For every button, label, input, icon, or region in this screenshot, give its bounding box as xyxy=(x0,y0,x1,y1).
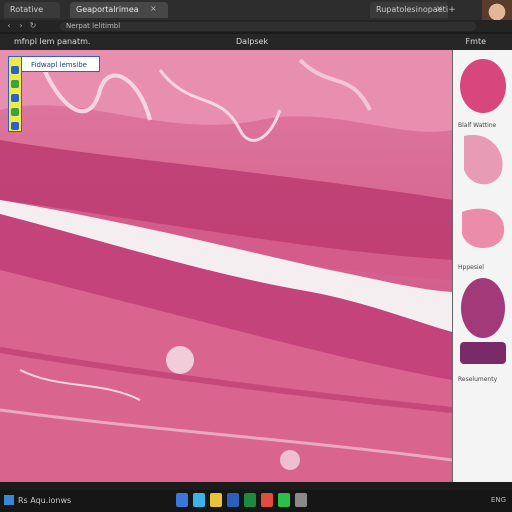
files-icon[interactable] xyxy=(176,493,188,507)
tab-1-label: Rotative xyxy=(10,5,44,14)
thumb-shape-4b xyxy=(460,342,506,364)
thumbnail-2-label: Blalf Wattine xyxy=(458,122,497,129)
start-icon[interactable] xyxy=(4,495,14,505)
thumbnail-4-label: Hppesiel xyxy=(458,264,484,271)
tab-2-label: Geaportalrimea xyxy=(76,5,139,14)
close-icon[interactable]: × xyxy=(436,5,444,13)
viewer-center-title: Dalpsek xyxy=(236,37,269,46)
tool-icon[interactable] xyxy=(11,122,19,130)
thumbnail-2[interactable] xyxy=(458,130,508,192)
excel-icon[interactable] xyxy=(244,493,256,507)
thumbnail-4[interactable] xyxy=(458,276,508,368)
thumb-shape-1 xyxy=(460,59,506,113)
thumbnail-1[interactable] xyxy=(458,56,508,114)
tool-icon[interactable] xyxy=(11,80,19,88)
viewer-right-title: Fmte xyxy=(465,37,486,46)
taskbar-status: Rs Aqu.ionws xyxy=(18,496,72,505)
thumbnail-5-label: Reselumenty xyxy=(458,376,498,383)
close-icon[interactable]: × xyxy=(150,5,158,13)
edge-icon[interactable] xyxy=(193,493,205,507)
system-tray: ENG xyxy=(490,496,506,504)
thumb-shape-4 xyxy=(461,278,505,338)
tab-1[interactable]: Rotative xyxy=(4,2,60,18)
histology-viewer[interactable] xyxy=(0,50,452,482)
add-tab-icon[interactable]: + xyxy=(446,4,458,16)
green-app-icon[interactable] xyxy=(278,493,290,507)
thumbnail-4-image xyxy=(460,278,506,364)
taskbar xyxy=(0,490,512,512)
thumbnail-sidebar: Blalf Wattine Hppesiel Reselumenty xyxy=(452,50,512,482)
tissue-image xyxy=(0,50,452,482)
explorer-icon[interactable] xyxy=(210,493,222,507)
thumbnail-1-image xyxy=(460,59,506,113)
thumbnail-3-image xyxy=(462,208,505,249)
forward-icon[interactable]: › xyxy=(16,21,26,31)
tool-icon[interactable] xyxy=(11,66,19,74)
thumb-shape-3 xyxy=(462,208,505,249)
chrome-icon[interactable] xyxy=(261,493,273,507)
tool-icon[interactable] xyxy=(11,94,19,102)
thumbnail-3[interactable] xyxy=(458,204,508,256)
thumbnail-2-image xyxy=(464,134,503,185)
viewer-left-title: mfnpl lem panatm. xyxy=(14,37,91,46)
back-icon[interactable]: ‹ xyxy=(4,21,14,31)
tool-icon[interactable] xyxy=(11,108,19,116)
thumb-shape-2 xyxy=(464,134,503,185)
word-icon[interactable] xyxy=(227,493,239,507)
settings-icon[interactable] xyxy=(295,493,307,507)
address-bar[interactable]: Nerpat lelitimbl xyxy=(60,22,476,31)
refresh-icon[interactable]: ↻ xyxy=(28,21,38,31)
